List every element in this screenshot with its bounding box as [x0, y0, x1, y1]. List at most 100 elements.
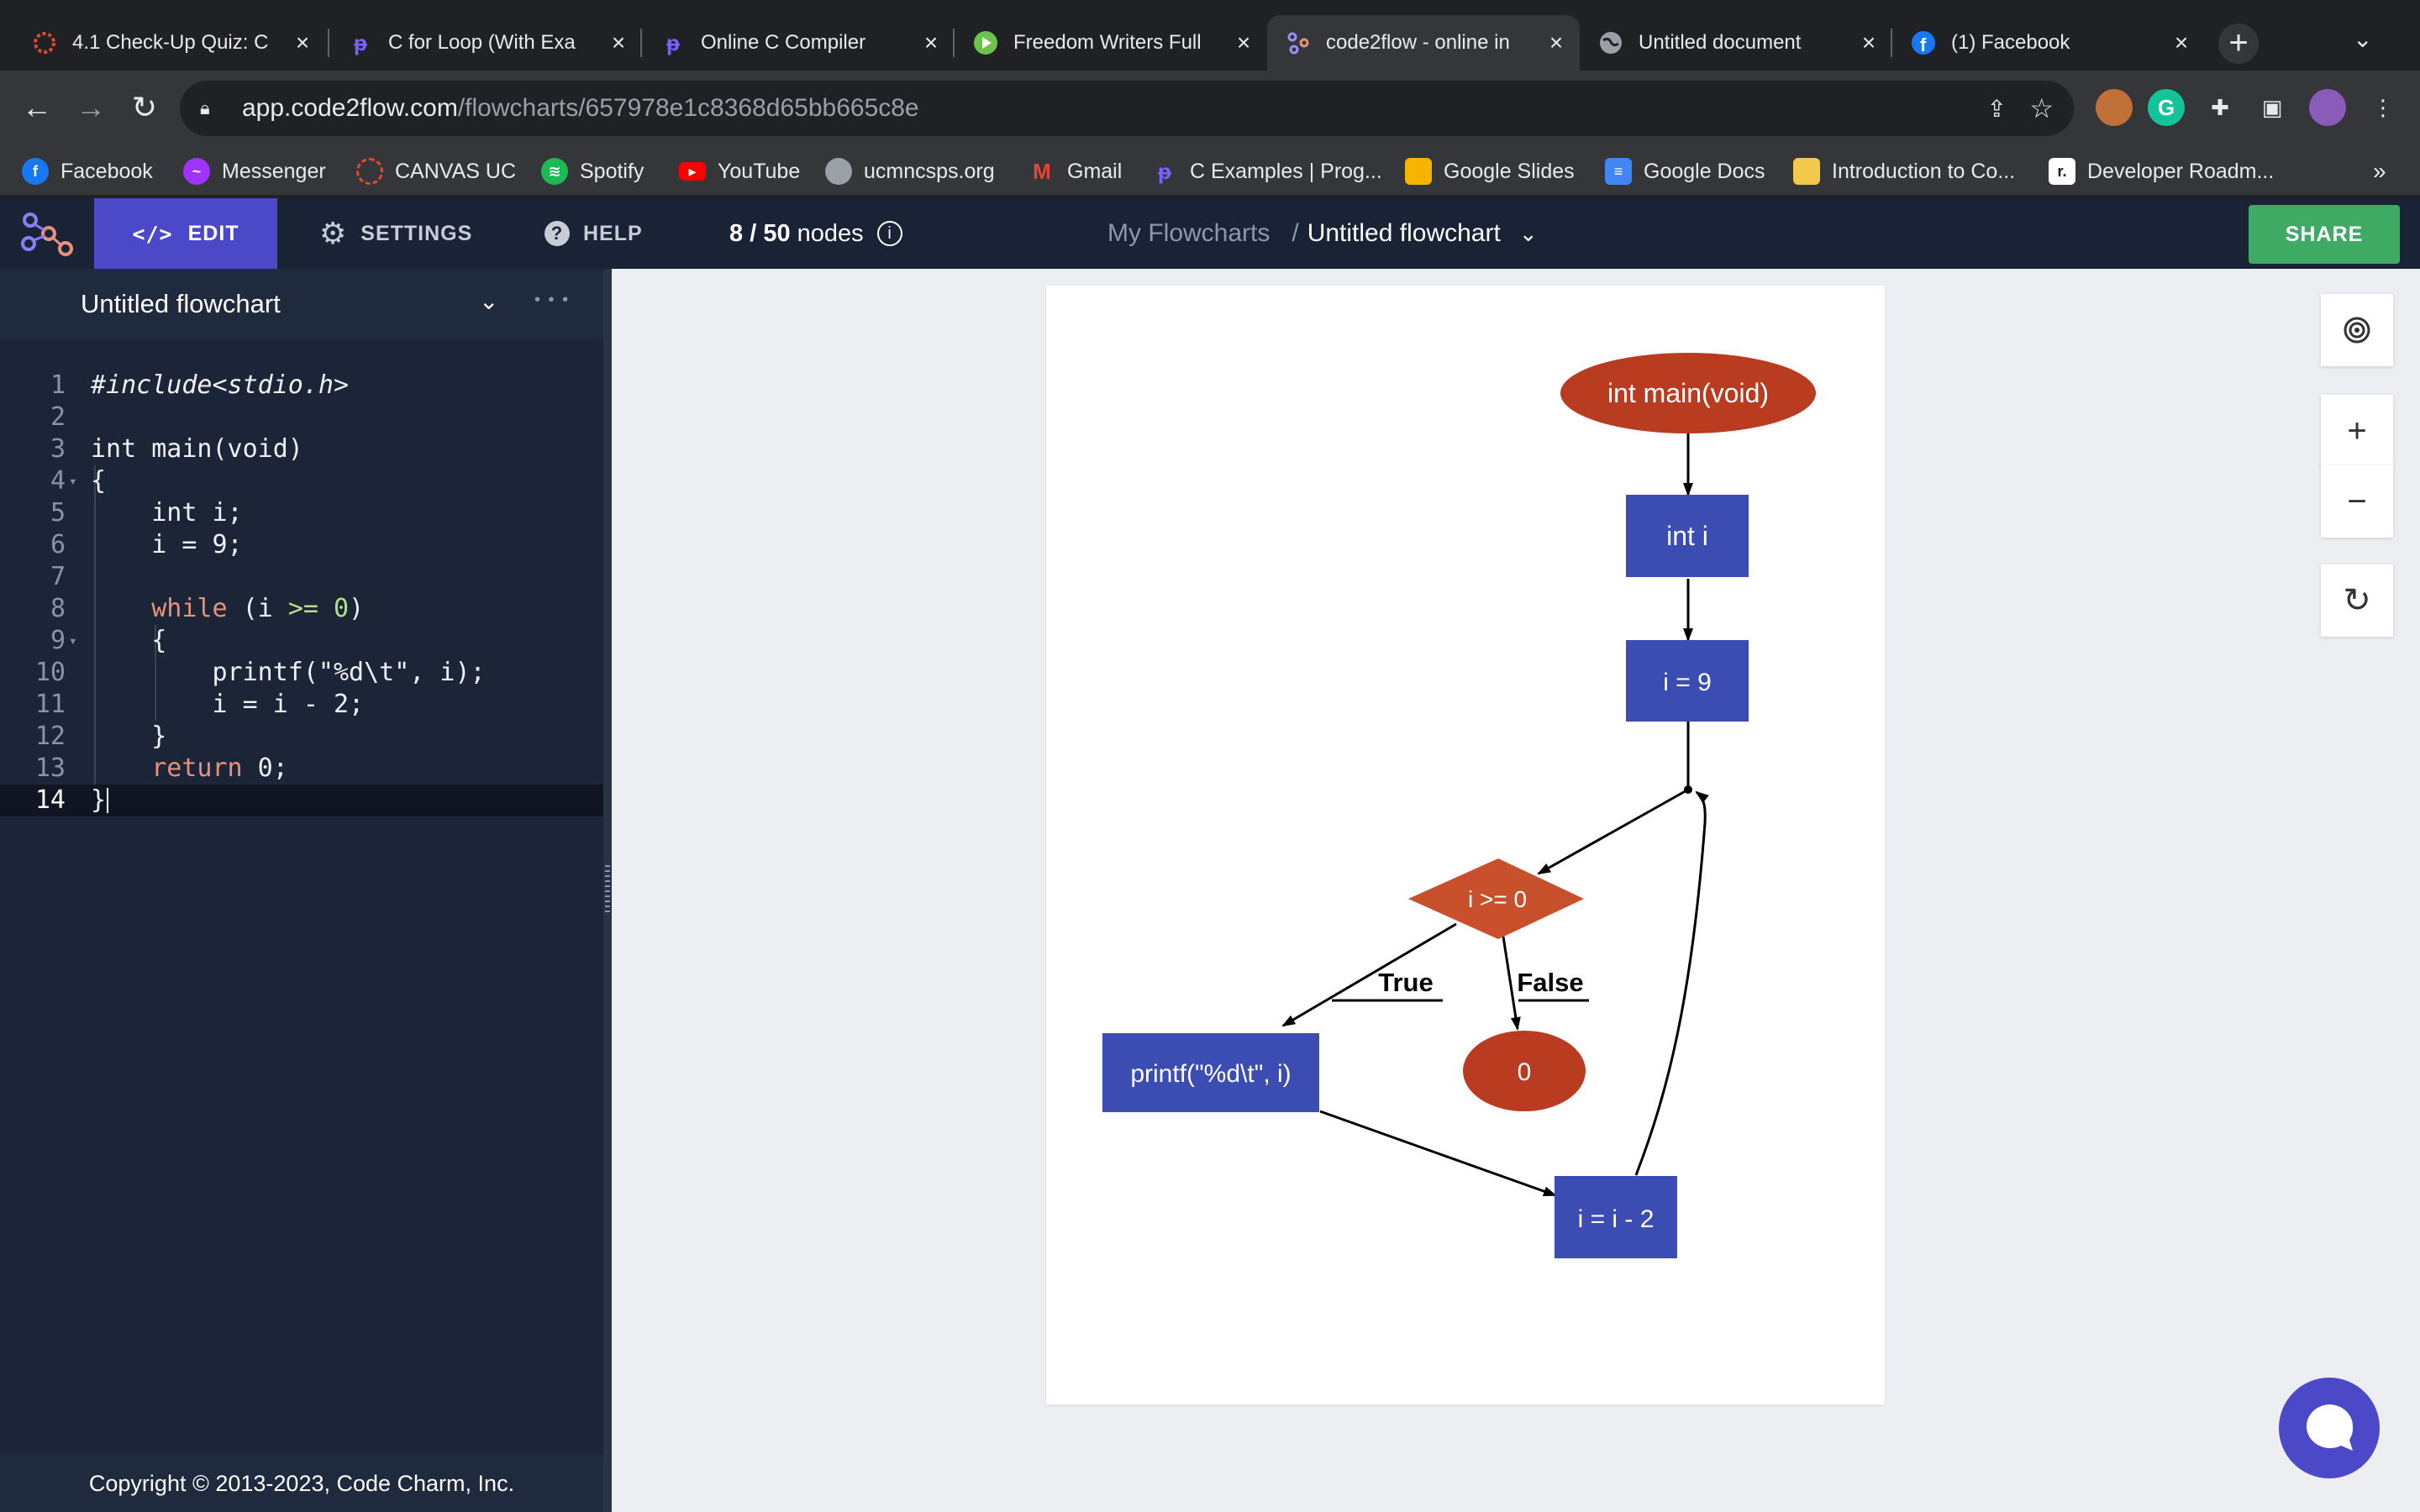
extensions-puzzle-icon[interactable]: ✚ [2202, 89, 2238, 126]
close-tab-icon[interactable]: × [914, 29, 948, 56]
facebook-icon: f [22, 158, 49, 185]
more-options-icon[interactable]: • • • [534, 291, 570, 310]
bookmark-messenger[interactable]: ~ Messenger [183, 156, 326, 186]
chat-support-button[interactable] [2279, 1378, 2380, 1478]
reload-icon[interactable]: ↻ [126, 89, 163, 126]
node-update[interactable]: i = i - 2 [1555, 1176, 1677, 1258]
profile-avatar[interactable] [2309, 89, 2346, 126]
app-header: </> EDIT ⚙ SETTINGS ? HELP 8 / 50 nodes … [0, 198, 2420, 269]
bookmark-ucmncsps[interactable]: ucmncsps.org [825, 156, 995, 186]
bookmark-facebook[interactable]: f Facebook [22, 156, 153, 186]
bookmark-youtube[interactable]: ▸ YouTube [679, 156, 800, 186]
editor-file-title[interactable]: Untitled flowchart [81, 289, 281, 319]
tab-title: Untitled document [1639, 31, 1802, 54]
bookmark-gmail[interactable]: M Gmail [1028, 156, 1122, 186]
chevron-down-icon[interactable]: ⌄ [479, 287, 498, 315]
code-line: 5 int i; [50, 498, 243, 528]
code-area[interactable]: 1 #include<stdio.h> 2 3 int main(void) 4{▾… [0, 370, 603, 816]
close-tab-icon[interactable]: × [1227, 29, 1260, 56]
url-host: app.code2flow.com [242, 94, 458, 122]
close-tab-icon[interactable]: × [1539, 29, 1573, 56]
node-end[interactable]: 0 [1463, 1031, 1586, 1111]
new-tab-button[interactable]: + [2218, 24, 2259, 64]
tab-search-chevron-icon[interactable]: ⌄ [2353, 25, 2372, 53]
code-line: 12 } [34, 722, 167, 751]
close-tab-icon[interactable]: × [2165, 29, 2198, 56]
address-bar[interactable]: 🔒︎ app.code2flow.com/flowcharts/657978e1… [180, 81, 2074, 136]
fit-to-screen-button[interactable] [2321, 294, 2393, 366]
share-page-icon[interactable]: ⇪ [1987, 95, 2007, 123]
svg-text:i >= 0: i >= 0 [1468, 886, 1527, 912]
bookmark-star-icon[interactable]: ☆ [2029, 92, 2054, 124]
bookmark-developer-roadmap[interactable]: r. Developer Roadm... [2049, 156, 2274, 186]
browser-tab[interactable]: ᵽ C for Loop (With Exa × [329, 15, 642, 71]
fold-icon[interactable]: ▾ [69, 625, 77, 657]
zoom-out-button[interactable]: − [2321, 465, 2393, 538]
svg-text:int main(void): int main(void) [1607, 378, 1769, 408]
bookmark-label: C Examples | Prog... [1190, 159, 1382, 183]
node-condition[interactable]: i >= 0 [1408, 858, 1584, 939]
share-button[interactable]: SHARE [2249, 205, 2400, 264]
browser-tab[interactable]: Untitled document × [1580, 15, 1892, 71]
facebook-icon: f [1911, 30, 1936, 55]
browser-menu-icon[interactable]: ⋮ [2365, 89, 2402, 126]
info-icon[interactable]: i [876, 221, 902, 246]
code-line: 2 [50, 402, 66, 432]
edge-loop-to-condition [1537, 788, 1689, 875]
text-cursor [107, 788, 108, 813]
side-panel-icon[interactable]: ▣ [2254, 89, 2291, 126]
bookmark-c-examples[interactable]: ᵽ C Examples | Prog... [1151, 156, 1382, 186]
bookmark-label: Google Docs [1644, 159, 1765, 183]
reset-view-button[interactable]: ↻ [2321, 564, 2393, 637]
code2flow-logo[interactable] [18, 212, 74, 259]
bookmark-intro-course[interactable]: Introduction to Co... [1793, 156, 2015, 186]
bookmark-label: Messenger [222, 159, 326, 183]
svg-text:int i: int i [1666, 521, 1708, 551]
bookmark-google-docs[interactable]: ≡ Google Docs [1605, 156, 1765, 186]
grammarly-icon[interactable]: G [2148, 89, 2185, 126]
node-start[interactable]: int main(void) [1560, 353, 1816, 433]
edge-label-true: True [1378, 968, 1433, 997]
browser-tab[interactable]: ᵽ Online C Compiler × [642, 15, 955, 71]
fold-icon[interactable]: ▾ [69, 465, 77, 497]
node-assignment[interactable]: i = 9 [1626, 640, 1749, 722]
bookmark-canvas[interactable]: CANVAS UC [356, 156, 516, 186]
tab-help-label: HELP [583, 221, 643, 245]
tab-edit[interactable]: </> EDIT [94, 198, 277, 269]
close-tab-icon[interactable]: × [1852, 29, 1886, 56]
chevron-down-icon[interactable]: ⌄ [1519, 221, 1538, 247]
close-tab-icon[interactable]: × [286, 29, 319, 56]
node-counter: 8 / 50 nodes i [729, 198, 902, 269]
browser-tab[interactable]: Freedom Writers Full × [955, 15, 1267, 71]
code-line: 11 i = i - 2; [34, 690, 365, 719]
more-bookmarks-button[interactable]: » [2373, 156, 2386, 186]
code-line: 4{▾ [50, 465, 107, 497]
code2flow-icon [1286, 30, 1311, 55]
bookmark-spotify[interactable]: ≋ Spotify [541, 156, 644, 186]
tab-title: Online C Compiler [701, 31, 866, 54]
course-icon [1793, 158, 1820, 185]
close-tab-icon[interactable]: × [602, 29, 635, 56]
back-arrow-icon[interactable]: ← [18, 89, 55, 126]
panel-resize-handle[interactable] [603, 269, 612, 1512]
gmail-icon: M [1033, 158, 1051, 184]
minus-icon: − [2347, 482, 2367, 520]
loop-junction-dot [1684, 785, 1692, 794]
zoom-in-button[interactable]: + [2321, 395, 2393, 467]
tab-settings[interactable]: ⚙ SETTINGS [319, 198, 472, 269]
tab-help[interactable]: ? HELP [544, 198, 643, 269]
flowchart-diagram: int main(void) int i i = 9 i >= 0 True F… [1102, 353, 1816, 1258]
programiz-icon: ᵽ [666, 29, 680, 55]
flowchart-title-dropdown[interactable]: Untitled flowchart [1307, 219, 1501, 248]
cookie-extension-icon[interactable] [2096, 89, 2133, 126]
browser-tab-active[interactable]: code2flow - online in × [1267, 15, 1580, 71]
url-path: /flowcharts/657978e1c8368d65bb665c8e [457, 94, 919, 122]
browser-tab[interactable]: 4.1 Check-Up Quiz: C × [13, 15, 326, 71]
forward-arrow-icon[interactable]: → [72, 89, 109, 126]
bookmark-google-slides[interactable]: Google Slides [1405, 156, 1575, 186]
breadcrumb-my-flowcharts[interactable]: My Flowcharts [1107, 219, 1270, 248]
browser-tab[interactable]: f (1) Facebook × [1892, 15, 2205, 71]
node-declaration[interactable]: int i [1626, 495, 1749, 577]
node-printf[interactable]: printf("%d\t", i) [1102, 1033, 1319, 1112]
tab-title: C for Loop (With Exa [388, 31, 576, 54]
